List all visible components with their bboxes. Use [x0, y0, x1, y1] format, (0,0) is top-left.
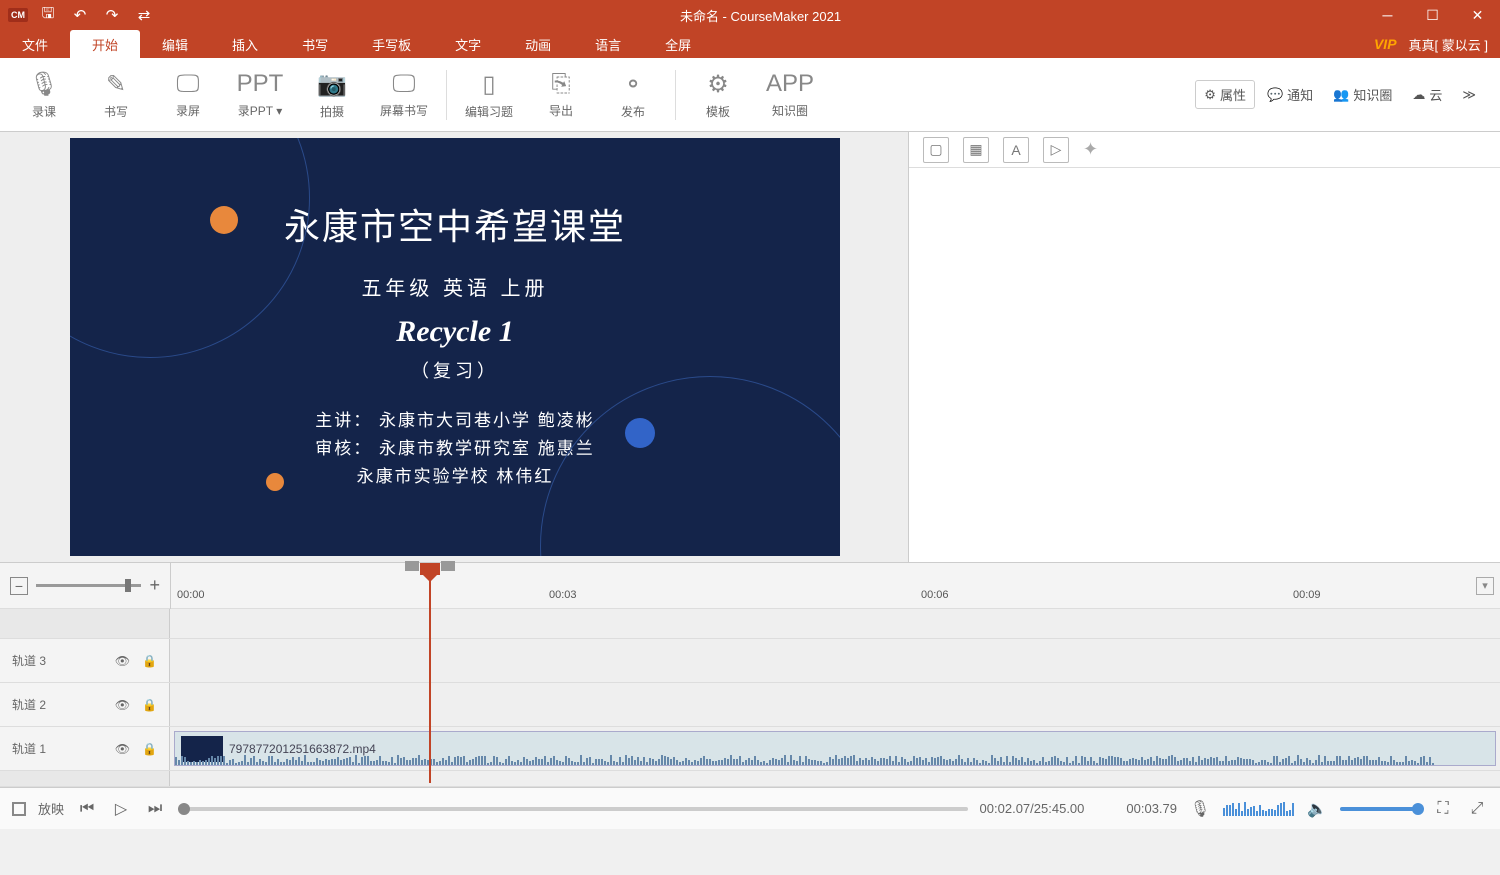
play-button[interactable]: ▷ [110, 798, 132, 820]
timeline: − + 00:0000:0300:0600:09 ▾ 轨道 3 👁 🔒 轨道 [0, 562, 1500, 787]
redo-icon[interactable]: ↷ [100, 3, 124, 27]
title-bar: CM 🖫 ↶ ↷ ⇄ 未命名 - CourseMaker 2021 ─ ☐ ✕ [0, 0, 1500, 30]
vip-badge: VIP [1374, 36, 1397, 52]
ruler-tick: 00:00 [177, 589, 205, 601]
ribbon-书写[interactable]: ✎书写 [80, 63, 152, 127]
ribbon-toolbar: 🎙录课✎书写🖵录屏PPT录PPT ▾📷拍摄🖵屏幕书写▯编辑习题⎘导出⚬发布⚙模板… [0, 58, 1500, 132]
menu-书写[interactable]: 书写 [280, 30, 350, 58]
progress-slider[interactable] [178, 807, 968, 811]
layout-single-icon[interactable]: ▢ [923, 137, 949, 163]
save-icon[interactable]: 🖫 [36, 3, 60, 27]
ribbon-导出[interactable]: ⎘导出 [525, 63, 597, 127]
properties-panel: ▢ ▦ A ▷ ✦ [908, 132, 1500, 562]
lock-icon[interactable]: 🔒 [142, 742, 157, 756]
close-button[interactable]: ✕ [1455, 0, 1500, 30]
track-label: 轨道 2 [12, 696, 103, 713]
playhead[interactable] [429, 563, 431, 783]
ribbon-录PPT[interactable]: PPT录PPT ▾ [224, 63, 296, 127]
menu-插入[interactable]: 插入 [210, 30, 280, 58]
lock-icon[interactable]: 🔒 [142, 698, 157, 712]
user-label[interactable]: 真真[ 蒙以云 ] [1409, 35, 1488, 54]
ribbon-录屏[interactable]: 🖵录屏 [152, 63, 224, 127]
more-icon[interactable]: ≫ [1454, 83, 1484, 107]
track-row: 轨道 1 👁 🔒 797877201251663872.mp4 [0, 727, 1500, 771]
ribbon-录课[interactable]: 🎙录课 [8, 63, 80, 127]
zoom-control: − + [0, 575, 170, 596]
menu-语言[interactable]: 语言 [573, 30, 643, 58]
volume-icon[interactable]: 🔈 [1306, 798, 1328, 820]
menu-文字[interactable]: 文字 [433, 30, 503, 58]
stop-button[interactable] [12, 802, 26, 816]
menu-开始[interactable]: 开始 [70, 30, 140, 58]
time-display: 00:02.07/25:45.00 [980, 801, 1085, 816]
visibility-icon[interactable]: 👁 [115, 742, 130, 756]
track-body[interactable]: 797877201251663872.mp4 [170, 727, 1500, 770]
swap-icon[interactable]: ⇄ [132, 3, 156, 27]
marker-time: 00:03.79 [1126, 801, 1177, 816]
minimize-button[interactable]: ─ [1365, 0, 1410, 30]
maximize-button[interactable]: ☐ [1410, 0, 1455, 30]
text-tool-icon[interactable]: A [1003, 137, 1029, 163]
ribbon-模板[interactable]: ⚙模板 [682, 63, 754, 127]
audio-waveform [175, 753, 1495, 765]
menu-动画[interactable]: 动画 [503, 30, 573, 58]
panel-tab-知识圈[interactable]: 👥知识圈 [1325, 81, 1400, 108]
mic-icon[interactable]: 🎙 [1189, 798, 1211, 820]
window-title: 未命名 - CourseMaker 2021 [156, 6, 1365, 25]
track-body[interactable] [170, 639, 1500, 682]
menu-文件[interactable]: 文件 [0, 30, 70, 58]
star-icon[interactable]: ✦ [1083, 139, 1105, 160]
video-clip[interactable]: 797877201251663872.mp4 [174, 731, 1496, 766]
main-area: 永康市空中希望课堂 五年级 英语 上册 Recycle 1 （复习） 主讲： 永… [0, 132, 1500, 562]
menu-编辑[interactable]: 编辑 [140, 30, 210, 58]
menu-手写板[interactable]: 手写板 [350, 30, 433, 58]
zoom-out-button[interactable]: − [10, 577, 28, 595]
track-row: 轨道 2 👁 🔒 [0, 683, 1500, 727]
track-row: 轨道 3 👁 🔒 [0, 639, 1500, 683]
ribbon-屏幕书写[interactable]: 🖵屏幕书写 [368, 63, 440, 127]
playback-bar: 放映 ⏮ ▷ ⏭ 00:02.07/25:45.00 00:03.79 🎙 🔈 … [0, 787, 1500, 829]
visibility-icon[interactable]: 👁 [115, 698, 130, 712]
lock-icon[interactable]: 🔒 [142, 654, 157, 668]
ribbon-拍摄[interactable]: 📷拍摄 [296, 63, 368, 127]
layout-grid-icon[interactable]: ▦ [963, 137, 989, 163]
timeline-ruler[interactable]: 00:00 00:03 00:06 00:09 [170, 563, 1476, 609]
panel-tab-云[interactable]: ☁云 [1404, 81, 1450, 108]
ruler-tick: 00:09 [1293, 589, 1321, 601]
menu-全屏[interactable]: 全屏 [643, 30, 713, 58]
slide-preview[interactable]: 永康市空中希望课堂 五年级 英语 上册 Recycle 1 （复习） 主讲： 永… [70, 138, 840, 556]
preview-pane: 永康市空中希望课堂 五年级 英语 上册 Recycle 1 （复习） 主讲： 永… [0, 132, 908, 562]
ruler-tick: 00:06 [921, 589, 949, 601]
next-button[interactable]: ⏭ [144, 798, 166, 820]
pin-icon[interactable]: ⤢ [1466, 798, 1488, 820]
panel-tab-属性[interactable]: ⚙属性 [1195, 80, 1255, 109]
side-toolbar: ▢ ▦ A ▷ ✦ [909, 132, 1500, 168]
decorative-circle [540, 376, 840, 556]
panel-tab-通知[interactable]: 💬通知 [1259, 81, 1321, 108]
volume-slider[interactable] [1340, 807, 1420, 811]
ruler-tick: 00:03 [549, 589, 577, 601]
play-label: 放映 [38, 799, 64, 818]
ribbon-发布[interactable]: ⚬发布 [597, 63, 669, 127]
fullscreen-icon[interactable]: ⛶ [1432, 798, 1454, 820]
tracks-container: 轨道 3 👁 🔒 轨道 2 👁 🔒 轨道 1 👁 🔒 [0, 609, 1500, 787]
decorative-dot [210, 206, 238, 234]
prev-button[interactable]: ⏮ [76, 798, 98, 820]
vu-meter [1223, 802, 1294, 816]
visibility-icon[interactable]: 👁 [115, 654, 130, 668]
menu-bar: 文件开始编辑插入书写手写板文字动画语言全屏 VIP 真真[ 蒙以云 ] [0, 30, 1500, 58]
timeline-options-icon[interactable]: ▾ [1476, 577, 1494, 595]
zoom-slider[interactable] [36, 584, 141, 587]
ribbon-编辑习题[interactable]: ▯编辑习题 [453, 63, 525, 127]
track-body[interactable] [170, 683, 1500, 726]
track-label: 轨道 3 [12, 652, 103, 669]
decorative-dot [625, 418, 655, 448]
zoom-in-button[interactable]: + [149, 575, 160, 596]
ribbon-知识圈[interactable]: APP知识圈 [754, 63, 826, 127]
play-tool-icon[interactable]: ▷ [1043, 137, 1069, 163]
track-label: 轨道 1 [12, 740, 103, 757]
decorative-dot [266, 473, 284, 491]
undo-icon[interactable]: ↶ [68, 3, 92, 27]
app-icon: CM [8, 8, 28, 22]
